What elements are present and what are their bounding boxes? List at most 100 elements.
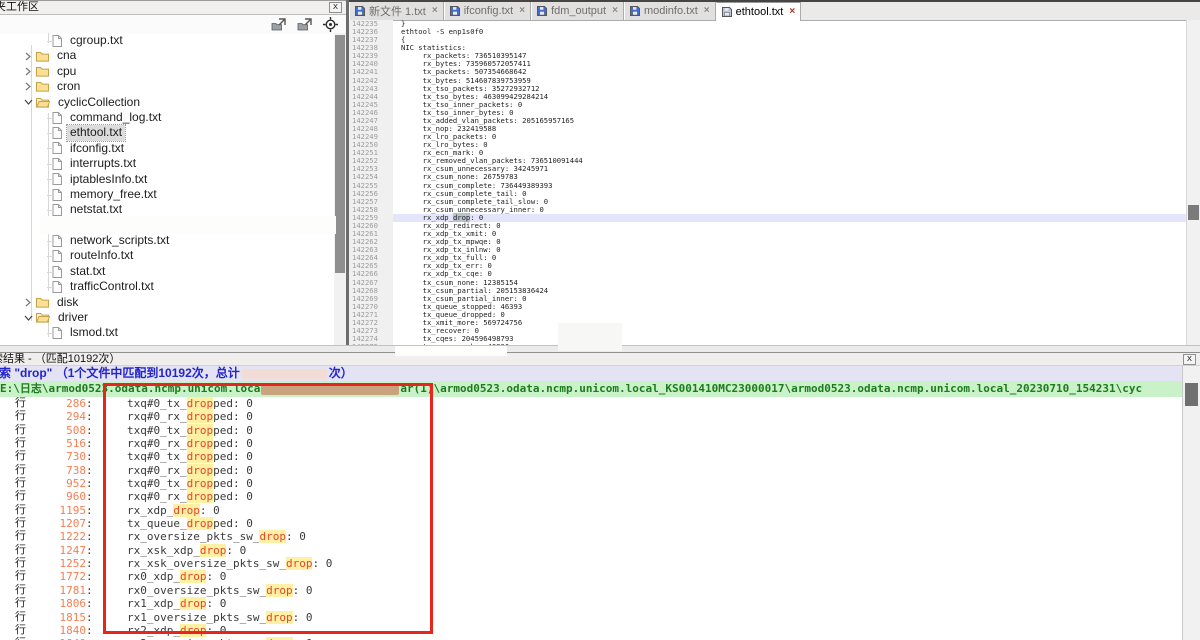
tree-item-routeinfo-txt[interactable]: routeInfo.txt (0, 248, 334, 263)
line-text: rx_xdp_drop: 0 (393, 214, 1200, 222)
tree-item-stat-txt[interactable]: stat.txt (0, 264, 334, 279)
chevron-right-icon[interactable] (24, 52, 36, 61)
search-result-row[interactable]: 行1195:rx_xdp_drop: 0 (0, 504, 1183, 517)
search-file-path-line[interactable]: E:\日志\armod0523.odata.ncmp.unicom.locaar… (0, 381, 1183, 397)
tree-item-command-log-txt[interactable]: command_log.txt (0, 110, 334, 125)
workspace-close-button[interactable]: x (329, 2, 342, 13)
chevron-down-icon[interactable] (24, 314, 36, 322)
workspace-panel-titlebar: 文件夹工作区 x (0, 1, 346, 15)
editor-vertical-scrollbar[interactable] (1186, 20, 1200, 348)
collapse-all-icon[interactable] (296, 17, 313, 32)
tab-close-icon[interactable]: × (432, 6, 438, 16)
search-result-row[interactable]: 行1815:rx1_oversize_pkts_sw_drop: 0 (0, 611, 1183, 624)
tree-item-cgroup-txt[interactable]: cgroup.txt (0, 33, 334, 48)
tree-item-cron[interactable]: cron (0, 79, 334, 94)
result-colon: : (86, 437, 92, 450)
tab-ethtool-txt[interactable]: ethtool.txt× (716, 2, 802, 21)
search-result-row[interactable]: 行1252:rx_xsk_oversize_pkts_sw_drop: 0 (0, 557, 1183, 570)
workspace-panel: 文件夹工作区 x cgroup.txtcnacpucroncyclicColle… (0, 0, 346, 349)
line-text: rx_xdp_redirect: 0 (393, 222, 1200, 230)
search-result-row[interactable]: 行738:rxq#0_rx_dropped: 0 (0, 464, 1183, 477)
tree-gap (0, 218, 334, 233)
editor-scrollbar-thumb[interactable] (1188, 205, 1199, 220)
result-colon: : (86, 504, 92, 517)
result-line-number: 1247 (30, 544, 86, 557)
tab-close-icon[interactable]: × (612, 6, 618, 16)
folder-icon (36, 297, 49, 308)
match-highlight: drop (187, 450, 214, 463)
tree-item-interrupts-txt[interactable]: interrupts.txt (0, 156, 334, 171)
tab-ifconfig-txt[interactable]: ifconfig.txt× (444, 2, 531, 20)
tab-close-icon[interactable]: × (704, 6, 710, 16)
tree-item-disk[interactable]: disk (0, 295, 334, 310)
workspace-toolbar (0, 15, 346, 34)
search-result-row[interactable]: 行960:rxq#0_rx_dropped: 0 (0, 490, 1183, 503)
locate-current-file-icon[interactable] (321, 17, 338, 32)
tab-fdm-output[interactable]: fdm_output× (531, 2, 624, 20)
tree-item-trafficcontrol-txt[interactable]: trafficControl.txt (0, 279, 334, 294)
tab--1-txt[interactable]: 新文件 1.txt× (349, 2, 444, 20)
search-results-panel: 搜索结果 - （匹配10192次） x 搜索 "drop" （1个文件中匹配到1… (0, 352, 1200, 640)
chevron-right-icon[interactable] (24, 82, 36, 91)
tab-label: modinfo.txt (644, 5, 698, 17)
search-result-row[interactable]: 行730:txq#0_tx_dropped: 0 (0, 450, 1183, 463)
result-colon: : (86, 570, 92, 583)
search-result-row[interactable]: 行1772:rx0_xdp_drop: 0 (0, 570, 1183, 583)
search-result-row[interactable]: 行1806:rx1_xdp_drop: 0 (0, 597, 1183, 610)
line-text: rx_lro_packets: 0 (393, 133, 1200, 141)
tree-item-cycliccollection[interactable]: cyclicCollection (0, 95, 334, 110)
results-scrollbar-thumb[interactable] (1185, 383, 1198, 406)
tree-item-cna[interactable]: cna (0, 48, 334, 63)
search-result-row[interactable]: 行1247:rx_xsk_xdp_drop: 0 (0, 544, 1183, 557)
tree-item-netstat-txt[interactable]: netstat.txt (0, 202, 334, 217)
search-result-row[interactable]: 行1207:tx_queue_dropped: 0 (0, 517, 1183, 530)
chevron-down-icon[interactable] (24, 98, 36, 106)
result-line-number: 286 (30, 397, 86, 410)
result-line-label: 行 (15, 557, 30, 570)
tab-close-icon[interactable]: × (519, 6, 525, 16)
result-text: txq#0_tx_dropped: 0 (127, 397, 253, 410)
line-text: tx_cqes: 204596498793 (393, 335, 1200, 343)
result-text: tx_queue_dropped: 0 (127, 517, 253, 530)
result-line-number: 1207 (30, 517, 86, 530)
result-text: rxq#0_rx_dropped: 0 (127, 410, 253, 423)
search-results-close-button[interactable]: x (1183, 354, 1196, 365)
result-text: rx1_xdp_drop: 0 (127, 597, 226, 610)
result-text: txq#0_tx_dropped: 0 (127, 424, 253, 437)
search-result-row[interactable]: 行516:rxq#0_rx_dropped: 0 (0, 437, 1183, 450)
folder-icon (36, 66, 49, 77)
search-result-row[interactable]: 行1781:rx0_oversize_pkts_sw_drop: 0 (0, 584, 1183, 597)
chevron-right-icon[interactable] (24, 298, 36, 307)
tree-item-driver[interactable]: driver (0, 310, 334, 325)
search-results-title: 搜索结果 - （匹配10192次） (0, 353, 120, 366)
tree-item-network-scripts-txt[interactable]: network_scripts.txt (0, 233, 334, 248)
tree-item-cpu[interactable]: cpu (0, 64, 334, 79)
line-text: { (393, 36, 1200, 44)
search-result-row[interactable]: 行1840:rx2_xdp_drop: 0 (0, 624, 1183, 637)
tree-item-ifconfig-txt[interactable]: ifconfig.txt (0, 141, 334, 156)
tree-item-memory-free-txt[interactable]: memory_free.txt (0, 187, 334, 202)
workspace-tree-scrollbar[interactable] (334, 33, 346, 349)
results-vertical-scrollbar[interactable] (1182, 366, 1200, 640)
result-colon: : (86, 397, 92, 410)
expand-all-icon[interactable] (270, 17, 287, 32)
search-result-row[interactable]: 行508:txq#0_tx_dropped: 0 (0, 424, 1183, 437)
tab-close-icon[interactable]: × (789, 7, 795, 17)
tree-item-ethtool-txt[interactable]: ethtool.txt (0, 125, 334, 140)
tree-item-lsmod-txt[interactable]: lsmod.txt (0, 325, 334, 340)
search-result-row[interactable]: 行294:rxq#0_rx_dropped: 0 (0, 410, 1183, 423)
tab-modinfo-txt[interactable]: modinfo.txt × (624, 2, 716, 20)
workspace-tree: cgroup.txtcnacpucroncyclicCollectioncomm… (0, 33, 334, 349)
tree-item-label: command_log.txt (67, 110, 164, 125)
editor-text-area[interactable]: 142235}142236ethtool -S enp1s0f0142237{1… (349, 20, 1200, 348)
search-summary-suffix: 次） (329, 366, 353, 380)
chevron-right-icon[interactable] (24, 67, 36, 76)
search-result-row[interactable]: 行1222:rx_oversize_pkts_sw_drop: 0 (0, 530, 1183, 543)
workspace-tree-scrollbar-thumb[interactable] (335, 35, 345, 273)
search-result-row[interactable]: 行286:txq#0_tx_dropped: 0 (0, 397, 1183, 410)
search-path-prefix: E:\日志\armod0523.odata.ncmp.unicom.loca (0, 382, 260, 395)
search-summary-line[interactable]: 搜索 "drop" （1个文件中匹配到10192次，总计次） (0, 366, 1183, 381)
search-result-row[interactable]: 行952:txq#0_tx_dropped: 0 (0, 477, 1183, 490)
line-text: rx_xdp_tx_xmit: 0 (393, 230, 1200, 238)
tree-item-iptablesinfo-txt[interactable]: iptablesInfo.txt (0, 172, 334, 187)
